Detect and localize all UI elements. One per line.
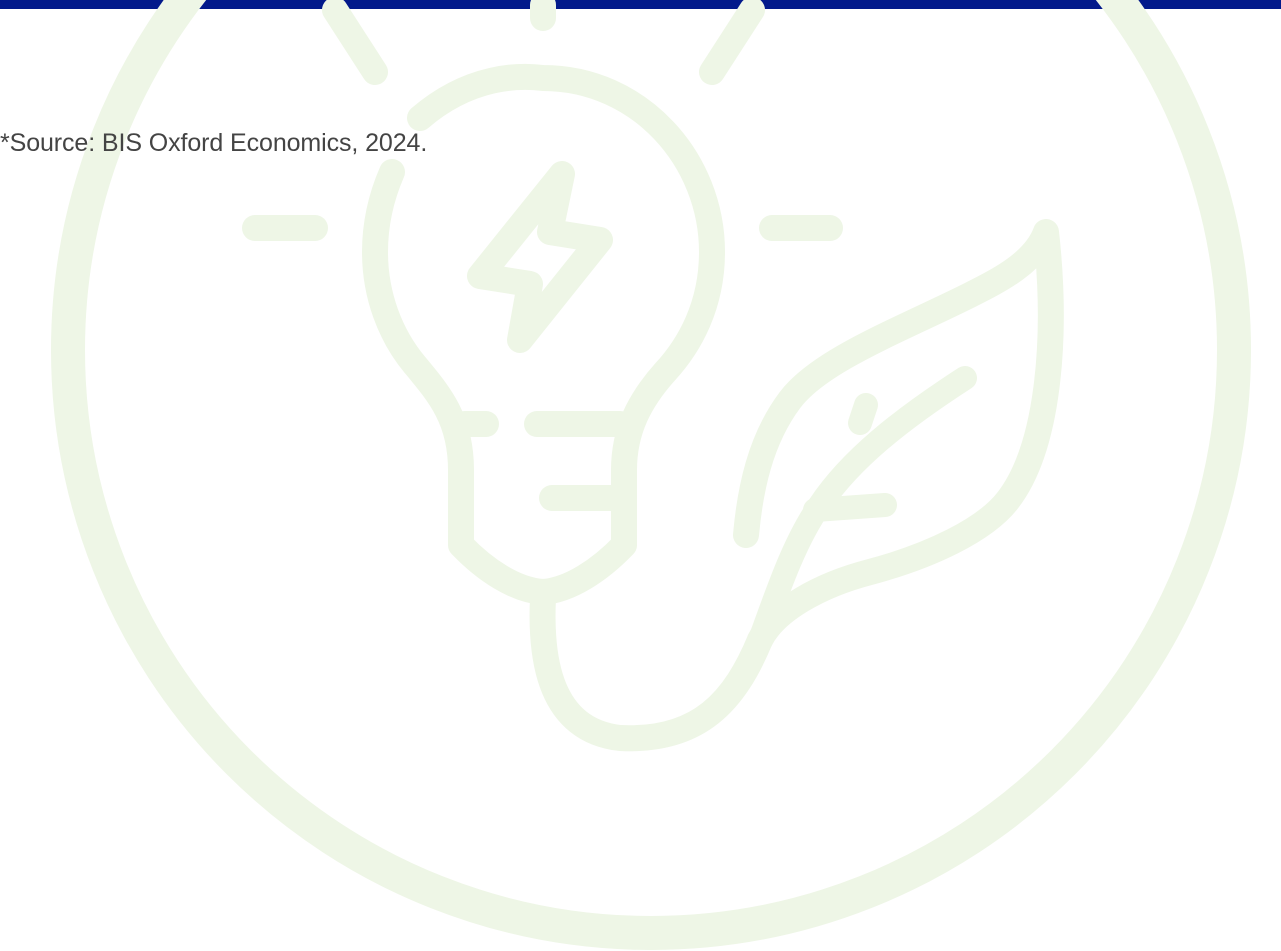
source-footnote: *Source: BIS Oxford Economics, 2024. <box>0 129 428 157</box>
bulb-wire <box>529 585 773 752</box>
leaf-vein-1 <box>848 393 878 435</box>
lightning-bolt <box>467 161 613 353</box>
ray-top-left <box>322 0 388 85</box>
leaf-vein-2 <box>803 493 897 522</box>
ray-top-right <box>699 0 765 85</box>
